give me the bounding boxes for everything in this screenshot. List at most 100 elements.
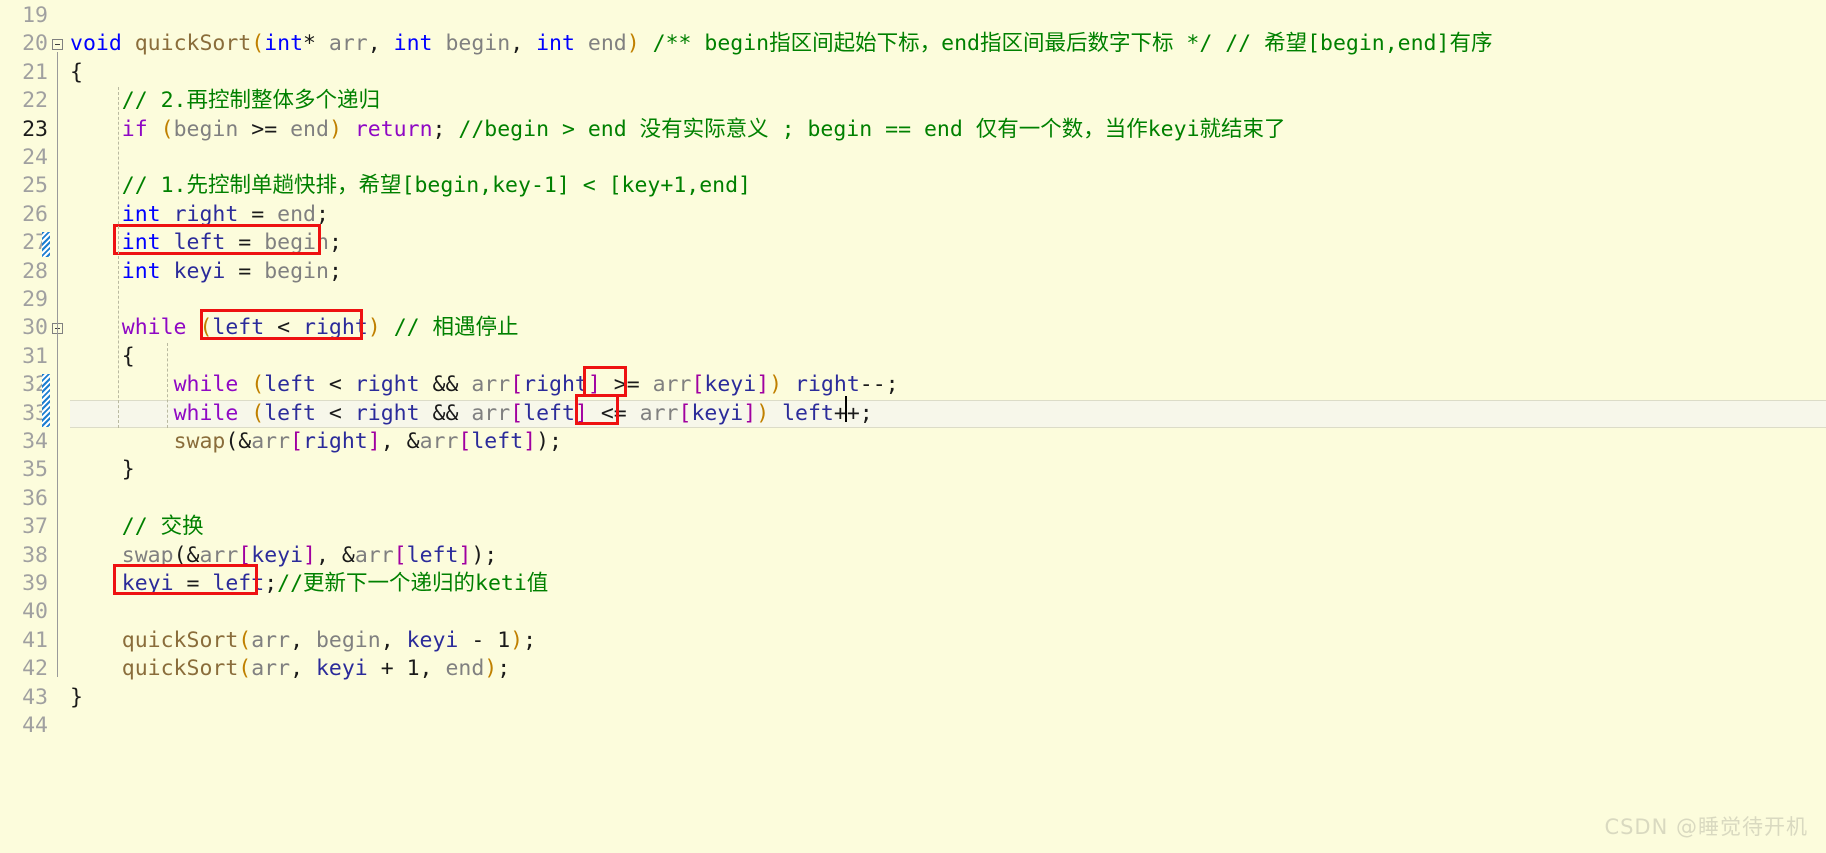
code-line[interactable]: void quickSort(int* arr, int begin, int … xyxy=(70,30,1826,58)
code-token: [ xyxy=(510,372,524,398)
code-token: [ xyxy=(290,429,304,454)
code-line[interactable]: // 交换 xyxy=(70,513,1826,541)
code-line[interactable] xyxy=(70,712,1826,740)
code-token: left xyxy=(212,571,265,596)
code-token: , xyxy=(290,627,316,653)
code-line[interactable] xyxy=(70,598,1826,626)
code-token: ] xyxy=(523,429,537,454)
code-line[interactable] xyxy=(70,2,1826,30)
code-token: (& xyxy=(225,429,252,454)
code-token: [ xyxy=(458,429,472,454)
code-token: 1 xyxy=(497,627,511,653)
code-token: ( xyxy=(238,656,252,682)
code-line[interactable]: swap(&arr[right], &arr[left]); xyxy=(70,428,1826,456)
code-token: } xyxy=(70,457,135,483)
fold-toggle[interactable] xyxy=(52,39,63,51)
code-line[interactable]: if (begin >= end) return; //begin > end … xyxy=(70,116,1826,144)
code-line[interactable] xyxy=(70,144,1826,172)
code-token: [ xyxy=(238,542,252,568)
code-line[interactable]: { xyxy=(70,343,1826,371)
code-token: ) xyxy=(510,627,524,653)
code-token: quickSort xyxy=(121,627,239,653)
code-token: >= xyxy=(238,116,291,142)
code-line[interactable]: // 1.先控制单趟快排，希望[begin,key-1] < [key+1,en… xyxy=(70,172,1826,200)
code-token: right xyxy=(795,372,860,398)
code-token: while xyxy=(173,400,239,426)
code-line[interactable]: while (left < right && arr[right] >= arr… xyxy=(70,371,1826,399)
line-number-gutter[interactable]: 19 20 21 22 23 24 25 26 27 28 29 30 31 32 33 34 35 36 37 38… xyxy=(0,0,70,853)
code-token: quickSort xyxy=(134,31,252,57)
code-line[interactable]: keyi = left;//更新下一个递归的keti值 xyxy=(70,570,1826,598)
code-token: begin xyxy=(264,258,329,284)
code-token: [ xyxy=(691,372,705,398)
code-token: ; xyxy=(432,116,459,142)
code-token: } xyxy=(70,684,83,710)
code-token: left xyxy=(264,372,316,398)
indent-guide xyxy=(118,87,119,428)
code-token: ; xyxy=(328,230,342,256)
code-token: arr xyxy=(419,429,459,454)
code-token: ] xyxy=(458,542,472,568)
code-line[interactable]: int left = begin; xyxy=(70,229,1826,257)
code-token: = xyxy=(173,571,213,596)
code-line[interactable] xyxy=(70,485,1826,513)
code-token: end xyxy=(587,31,627,57)
code-token: <= xyxy=(587,400,640,426)
code-token: < xyxy=(264,315,304,341)
code-token: ] xyxy=(574,400,588,426)
code-token: --; xyxy=(859,372,899,398)
code-token: ( xyxy=(251,31,265,57)
code-line[interactable]: while (left < right && arr[left] <= arr[… xyxy=(70,400,1826,428)
code-token: right xyxy=(173,201,239,227)
code-token: end xyxy=(445,656,485,682)
code-token: ( xyxy=(238,627,252,653)
code-token: , & xyxy=(380,429,420,454)
code-text-area[interactable]: void quickSort(int* arr, int begin, int … xyxy=(70,0,1826,853)
code-line[interactable] xyxy=(70,286,1826,314)
code-token: keyi xyxy=(704,372,757,398)
code-token: arr xyxy=(328,31,368,57)
code-line[interactable]: quickSort(arr, begin, keyi - 1); xyxy=(70,627,1826,655)
code-token: = xyxy=(225,230,265,256)
code-token: ( xyxy=(160,116,174,142)
code-token: /** begin指区间起始下标，end指区间最后数字下标 */ // 希望[b… xyxy=(652,31,1493,57)
code-line[interactable]: { xyxy=(70,59,1826,87)
code-token: left xyxy=(264,400,316,426)
code-token: ] xyxy=(756,372,770,398)
code-token: while xyxy=(173,372,239,398)
code-line[interactable]: int right = end; xyxy=(70,201,1826,229)
code-line[interactable]: // 2.再控制整体多个递归 xyxy=(70,87,1826,115)
code-token: ] xyxy=(743,400,757,426)
code-token: left xyxy=(523,400,575,426)
code-token: right xyxy=(354,400,420,426)
code-line[interactable]: } xyxy=(70,456,1826,484)
code-token: begin xyxy=(173,116,239,142)
code-editor[interactable]: 19 20 21 22 23 24 25 26 27 28 29 30 31 32 33 34 35 36 37 38… xyxy=(0,0,1826,853)
code-line[interactable]: while (left < right) // 相遇停止 xyxy=(70,314,1826,342)
code-token: [ xyxy=(510,400,524,426)
indent-guide xyxy=(167,342,168,428)
code-token: { xyxy=(70,59,83,85)
code-line[interactable]: } xyxy=(70,684,1826,712)
code-line[interactable]: swap(&arr[keyi], &arr[left]); xyxy=(70,542,1826,570)
code-token: left xyxy=(471,429,524,454)
code-line[interactable]: int keyi = begin; xyxy=(70,258,1826,286)
code-token: [ xyxy=(393,542,407,568)
code-token: ) xyxy=(769,372,783,398)
code-folding-column[interactable] xyxy=(52,0,70,853)
code-token: //更新下一个递归的keti值 xyxy=(277,571,549,596)
code-token: keyi xyxy=(406,627,459,653)
code-line[interactable]: quickSort(arr, keyi + 1, end); xyxy=(70,655,1826,683)
code-token: , xyxy=(290,656,316,682)
